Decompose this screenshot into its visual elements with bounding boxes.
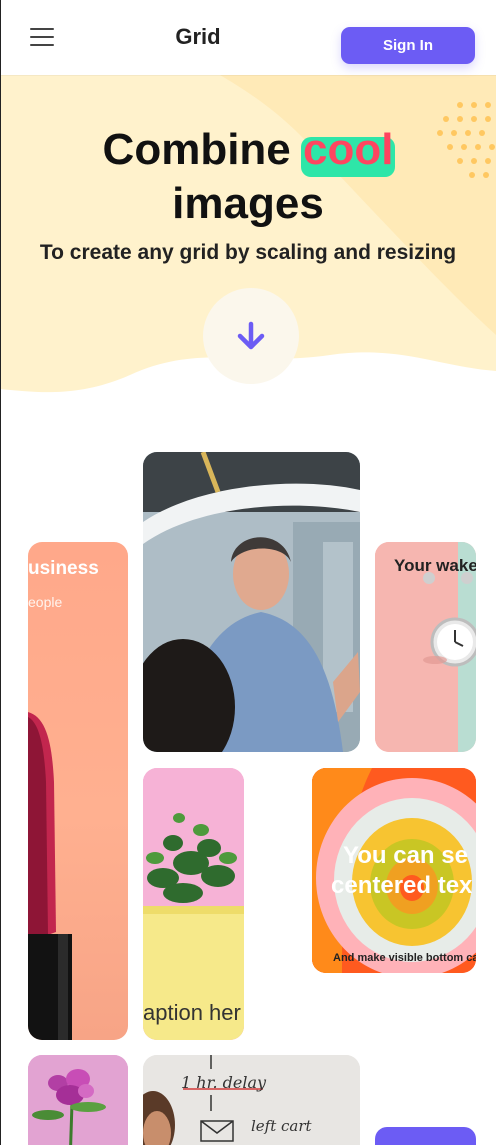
highlighted-word: cool [301, 123, 396, 177]
centered-card-line-1: You can se [343, 842, 468, 869]
flower-card[interactable] [28, 1055, 128, 1145]
abstract-rings-image [312, 768, 476, 973]
brand-title: Grid [175, 24, 221, 49]
whiteboard-text-line-2: left cart [251, 1117, 312, 1135]
left-edge-line [0, 0, 1, 1145]
floating-action-button[interactable] [375, 1127, 476, 1145]
plant-card[interactable]: aption her [143, 768, 244, 1040]
scroll-down-button[interactable] [203, 288, 299, 384]
centered-card-bottom-caption: And make visible bottom capt [333, 952, 476, 964]
flower-image [28, 1055, 128, 1145]
alarm-clock-card[interactable]: Your wake [375, 542, 476, 752]
hero-title-line-2: images [172, 179, 324, 228]
business-card-subtitle: eople [28, 594, 63, 610]
hero-section: Combine cool images To create any grid b… [0, 75, 496, 405]
centered-text-card[interactable]: You can se centered tex And make visible… [312, 768, 476, 973]
man-photo-card[interactable] [143, 452, 360, 752]
hero-title-text: Combine [102, 125, 303, 174]
whiteboard-card[interactable]: 1 hr. delay left cart [143, 1055, 360, 1145]
man-photo-image [143, 452, 360, 752]
alarm-card-title: Your wake [394, 556, 476, 575]
business-card[interactable]: usiness eople [28, 542, 128, 1040]
top-bar: Grid Sign In [0, 0, 496, 75]
arrow-down-icon [237, 321, 265, 350]
hero-title-line-1: Combine cool [0, 123, 496, 177]
sign-in-button[interactable]: Sign In [341, 27, 475, 64]
whiteboard-text-line-1: 1 hr. delay [181, 1073, 267, 1092]
centered-card-line-2: centered tex [331, 872, 473, 899]
plant-card-caption: aption her [143, 1000, 241, 1025]
hero-subtitle: To create any grid by scaling and resizi… [39, 241, 457, 264]
business-card-title: usiness [28, 558, 99, 579]
lipstick-image [28, 712, 72, 1040]
